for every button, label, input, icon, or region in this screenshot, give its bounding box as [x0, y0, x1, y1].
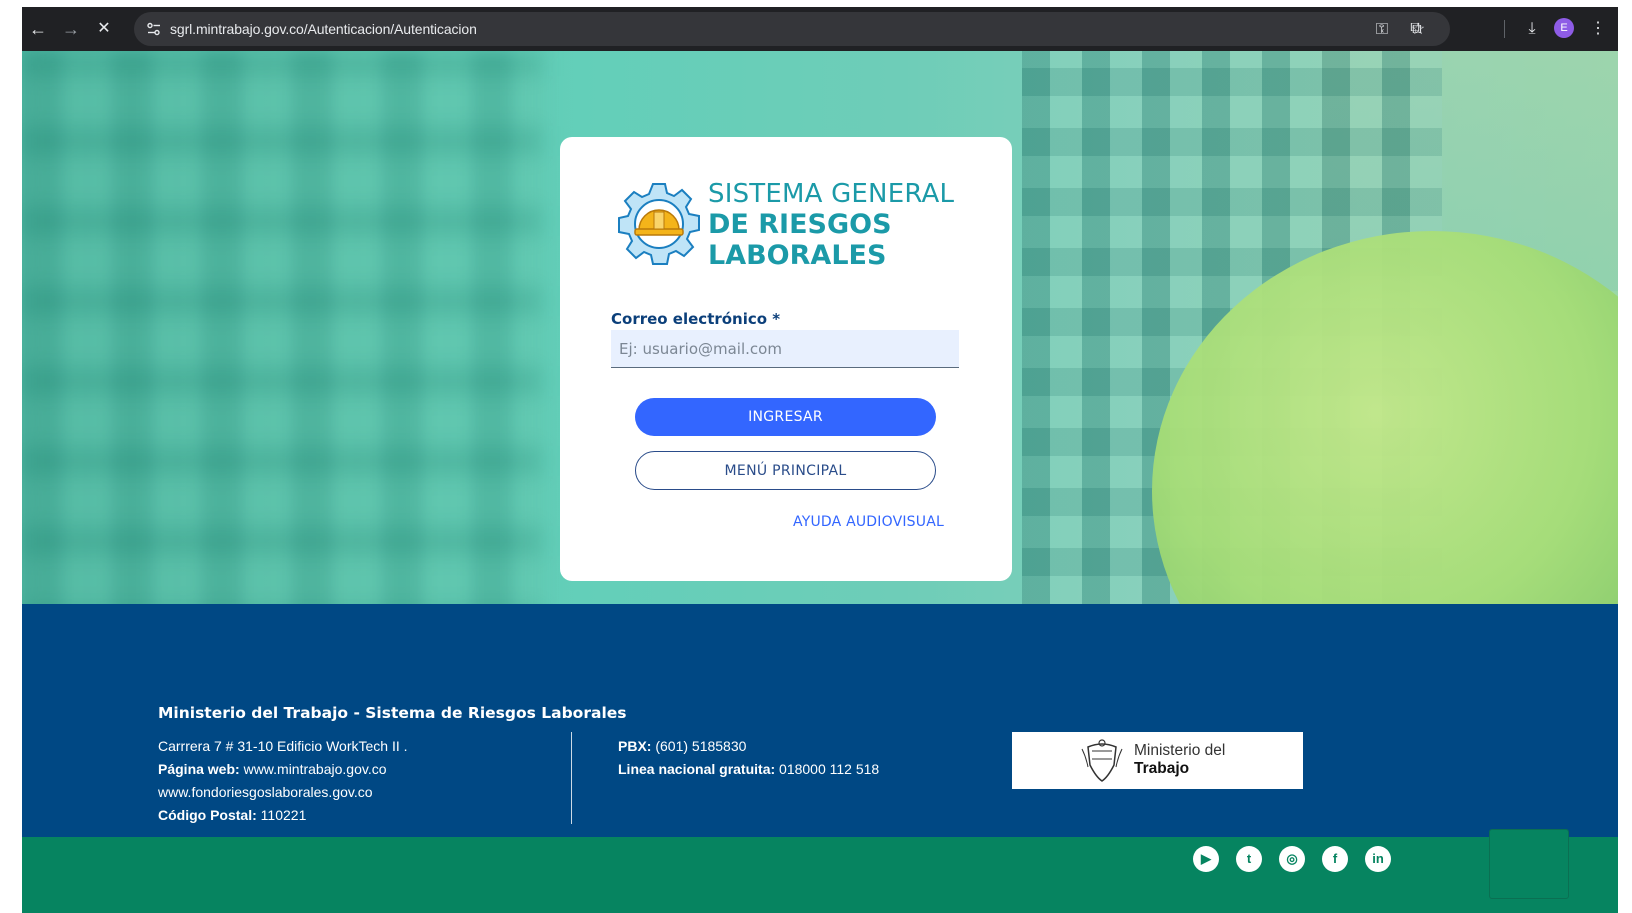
login-card: SISTEMA GENERAL DE RIESGOS LABORALES Cor… [560, 137, 1012, 581]
instagram-icon[interactable]: ◎ [1279, 846, 1305, 872]
logo-line2: DE RIESGOS [708, 209, 892, 240]
toolbar-divider [1504, 20, 1505, 38]
address-bar[interactable]: sgrl.mintrabajo.gov.co/Autenticacion/Aut… [134, 12, 1450, 46]
postal-value: 110221 [260, 807, 307, 823]
footer: Ministerio del Trabajo - Sistema de Ries… [22, 604, 1618, 839]
profile-avatar[interactable]: E [1554, 18, 1574, 38]
logo-line3: LABORALES [708, 240, 887, 271]
footer-social-bar: ▶ t ◎ f in [22, 829, 1618, 913]
footer-title: Ministerio del Trabajo - Sistema de Ries… [158, 704, 627, 722]
youtube-icon[interactable]: ▶ [1193, 846, 1219, 872]
hero-background: SISTEMA GENERAL DE RIESGOS LABORALES Cor… [22, 51, 1618, 636]
gear-helmet-logo-icon [618, 183, 700, 265]
ministry-logo: Ministerio del Trabajo [1012, 732, 1303, 789]
facebook-icon[interactable]: f [1322, 846, 1348, 872]
back-icon[interactable]: ← [26, 17, 50, 41]
password-key-icon[interactable]: ⚿ [1372, 21, 1392, 39]
web-line: Página web: www.mintrabajo.gov.co [158, 758, 408, 781]
browser-toolbar: ← → ✕ sgrl.mintrabajo.gov.co/Autenticaci… [22, 7, 1618, 51]
email-field[interactable] [611, 330, 959, 368]
pbx-line: PBX: (601) 5185830 [618, 735, 879, 758]
site-settings-icon[interactable] [146, 21, 162, 37]
ministry-line1: Ministerio del [1134, 742, 1226, 759]
forward-icon[interactable]: → [59, 17, 83, 41]
url-text: sgrl.mintrabajo.gov.co/Autenticacion/Aut… [170, 21, 477, 37]
background-blur-left-2 [22, 51, 542, 636]
footer-address-block: Carrrera 7 # 31-10 Edificio WorkTech II … [158, 735, 408, 827]
email-label: Correo electrónico * [611, 310, 781, 328]
footer-contact-block: PBX: (601) 5185830 Linea nacional gratui… [618, 735, 879, 781]
main-menu-button[interactable]: MENÚ PRINCIPAL [635, 451, 936, 490]
ingresar-button[interactable]: INGRESAR [635, 398, 936, 436]
footer-divider [571, 732, 572, 824]
national-value: 018000 112 518 [779, 761, 880, 777]
pbx-value: (601) 5185830 [655, 738, 747, 754]
colombia-coat-of-arms-icon [1081, 739, 1123, 782]
postal-label: Código Postal: [158, 807, 257, 823]
postal-line: Código Postal: 110221 [158, 804, 408, 827]
national-line: Linea nacional gratuita: 018000 112 518 [618, 758, 879, 781]
browser-window: ← → ✕ sgrl.mintrabajo.gov.co/Autenticaci… [22, 7, 1618, 913]
pbx-label: PBX: [618, 738, 652, 754]
audiovisual-help-link[interactable]: AYUDA AUDIOVISUAL [792, 514, 944, 530]
web-link-2[interactable]: www.fondoriesgoslaborales.gov.co [158, 781, 408, 804]
web-label: Página web: [158, 761, 240, 777]
logo-line1: SISTEMA GENERAL [708, 179, 955, 209]
recaptcha-badge[interactable] [1489, 829, 1569, 899]
national-label: Linea nacional gratuita: [618, 761, 776, 777]
twitter-icon[interactable]: t [1236, 846, 1262, 872]
download-icon[interactable]: ⤓ [1521, 18, 1543, 40]
web-link[interactable]: www.mintrabajo.gov.co [244, 761, 387, 777]
linkedin-icon[interactable]: in [1365, 846, 1391, 872]
stop-loading-icon[interactable]: ✕ [92, 17, 116, 41]
more-menu-icon[interactable]: ⋮ [1587, 18, 1609, 40]
ministry-line2: Trabajo [1134, 760, 1190, 777]
address-text: Carrrera 7 # 31-10 Edificio WorkTech II … [158, 738, 408, 754]
system-logo-text: SISTEMA GENERAL DE RIESGOS LABORALES [708, 179, 998, 271]
extensions-icon[interactable]: ⧉ [1405, 18, 1427, 40]
